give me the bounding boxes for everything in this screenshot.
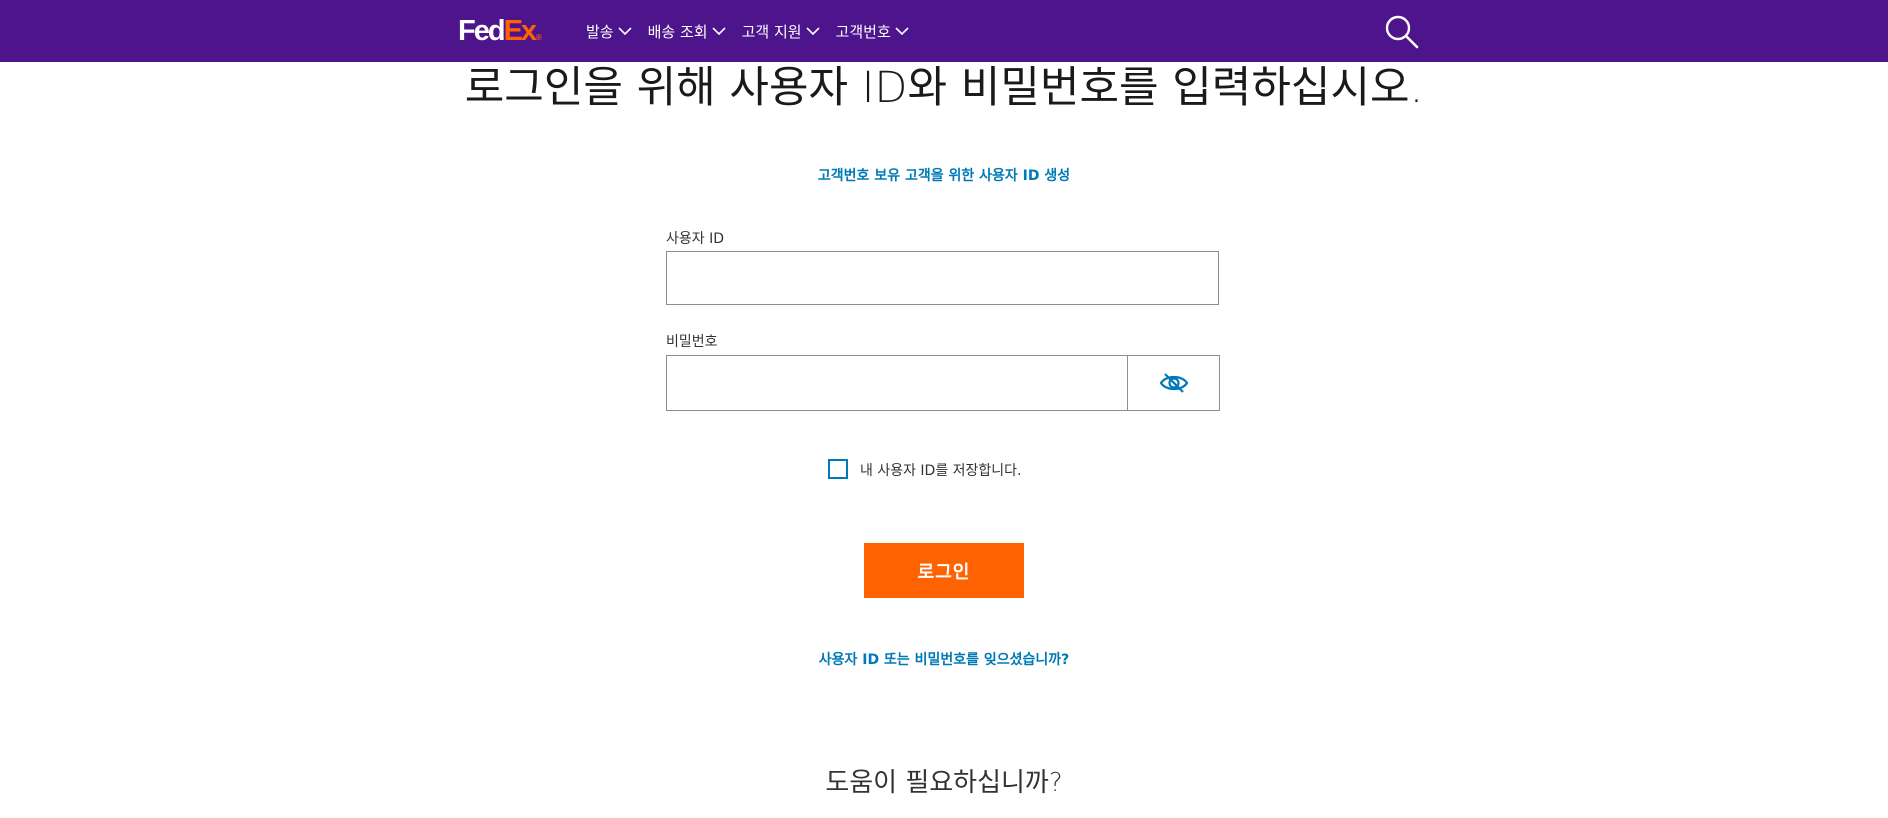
- nav-item-label: 고객 지원: [741, 22, 802, 41]
- nav-item-ship[interactable]: 발송: [586, 21, 632, 42]
- login-button[interactable]: 로그인: [864, 543, 1024, 598]
- chevron-down-icon: [618, 26, 632, 35]
- remember-user-id-checkbox[interactable]: [828, 459, 848, 479]
- page-title: 로그인을 위해 사용자 ID와 비밀번호를 입력하십시오.: [464, 63, 1424, 113]
- main-nav: 발송 배송 조회 고객 지원 고객번호: [586, 0, 925, 62]
- search-button[interactable]: [1384, 14, 1420, 50]
- nav-item-label: 발송: [586, 22, 614, 41]
- nav-item-label: 고객번호: [835, 22, 891, 41]
- user-id-label: 사용자 ID: [666, 231, 724, 247]
- password-label: 비밀번호: [666, 334, 718, 350]
- forgot-credentials-link[interactable]: 사용자 ID 또는 비밀번호를 잊으셨습니까?: [0, 649, 1888, 669]
- remember-user-id-label[interactable]: 내 사용자 ID를 저장합니다.: [860, 460, 1022, 480]
- chevron-down-icon: [712, 26, 726, 35]
- help-heading: 도움이 필요하십니까?: [825, 768, 1063, 798]
- top-navigation-bar: Fed Ex ® 발송 배송 조회 고객 지원 고객번호: [0, 0, 1888, 62]
- user-id-input[interactable]: [666, 251, 1219, 305]
- show-password-button[interactable]: [1127, 355, 1220, 411]
- logo-registered-mark: ®: [536, 33, 542, 42]
- nav-item-label: 배송 조회: [647, 22, 708, 41]
- logo-ex-text: Ex: [503, 15, 538, 47]
- create-user-id-link[interactable]: 고객번호 보유 고객을 위한 사용자 ID 생성: [0, 165, 1888, 185]
- chevron-down-icon: [895, 26, 909, 35]
- chevron-down-icon: [805, 26, 820, 35]
- eye-slash-icon: [1159, 373, 1188, 393]
- search-icon: [1385, 15, 1419, 49]
- password-input[interactable]: [666, 355, 1128, 411]
- nav-item-account[interactable]: 고객번호: [836, 21, 909, 42]
- logo-fed-text: Fed: [458, 15, 506, 47]
- nav-item-support[interactable]: 고객 지원: [742, 21, 820, 42]
- fedex-logo[interactable]: Fed Ex ®: [458, 15, 542, 47]
- nav-item-track[interactable]: 배송 조회: [648, 21, 726, 42]
